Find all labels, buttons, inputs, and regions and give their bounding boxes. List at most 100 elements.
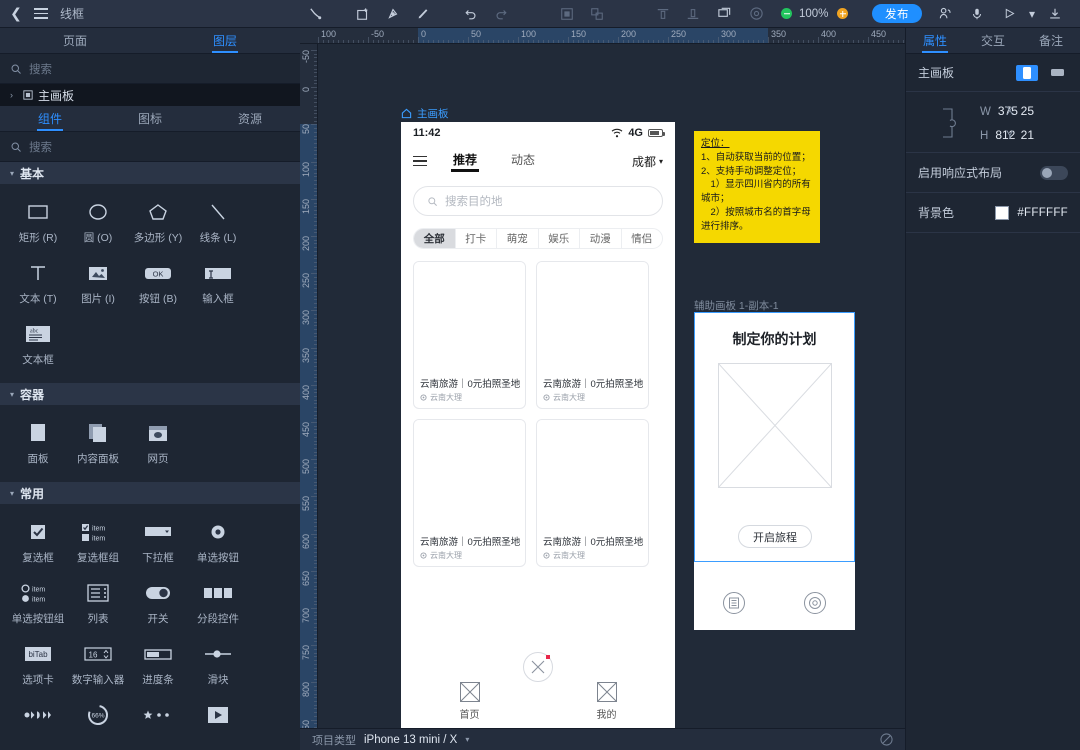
chip-all[interactable]: 全部 bbox=[414, 229, 456, 248]
component-checkbox[interactable]: 复选框 bbox=[8, 514, 68, 575]
layer-item-main-artboard[interactable]: › 主画板 bbox=[0, 84, 300, 106]
back-icon[interactable]: ❮ bbox=[8, 5, 24, 22]
publish-button[interactable]: 发布 bbox=[872, 4, 922, 23]
table-row[interactable]: 云南旅游｜0元拍照圣地 云南大理 5631 bbox=[536, 261, 649, 409]
link-ratio-icon[interactable] bbox=[918, 106, 980, 140]
component-polygon[interactable]: 多边形 (Y) bbox=[128, 194, 188, 255]
tab-interactions[interactable]: 交互 bbox=[964, 28, 1022, 53]
list-icon[interactable] bbox=[723, 592, 746, 614]
phone-tab-recommend[interactable]: 推荐 bbox=[450, 151, 480, 172]
pen-path-icon[interactable] bbox=[300, 0, 330, 28]
component-switch[interactable]: 开关 bbox=[128, 575, 188, 636]
component-number-stepper[interactable]: 16 数字输入器 bbox=[68, 636, 128, 697]
city-selector[interactable]: 成都 ▾ bbox=[632, 153, 663, 170]
pencil-icon[interactable] bbox=[408, 0, 438, 28]
redo-icon[interactable] bbox=[486, 0, 516, 28]
chip-anime[interactable]: 动漫 bbox=[580, 229, 622, 248]
project-type-value[interactable]: iPhone 13 mini / X bbox=[364, 734, 457, 746]
sticky-note[interactable]: 定位： 1、自动获取当前的位置； 2、支持手动调整定位； 1）显示四川省内的所有… bbox=[694, 131, 820, 243]
tab-properties[interactable]: 属性 bbox=[906, 28, 964, 53]
component-circular-progress[interactable]: 66% 环形进度条 bbox=[68, 697, 128, 728]
group-icon[interactable] bbox=[552, 0, 582, 28]
aux-artboard-label[interactable]: 辅助画板 1-副本-1 bbox=[694, 298, 779, 313]
component-image[interactable]: 图片 (I) bbox=[68, 255, 128, 316]
component-panel[interactable]: 面板 bbox=[8, 415, 68, 476]
share-people-icon[interactable] bbox=[930, 0, 960, 28]
chevron-right-icon[interactable]: › bbox=[10, 90, 18, 100]
tab-resources[interactable]: 资源 bbox=[200, 106, 300, 131]
tabbar-item-mine[interactable]: 我的 bbox=[538, 682, 675, 721]
component-breadcrumb[interactable]: 面包屑 bbox=[8, 697, 68, 728]
component-button[interactable]: OK 按钮 (B) bbox=[128, 255, 188, 316]
phone-tab-feed[interactable]: 动态 bbox=[511, 151, 535, 172]
component-line[interactable]: 线条 (L) bbox=[188, 194, 248, 255]
main-artboard[interactable]: 11:42 4G 推荐 动态 成都 ▾ 搜索目的地 全部 打卡 萌宠 娱乐 动漫… bbox=[401, 122, 675, 734]
width-field[interactable]: W 375 bbox=[980, 104, 1018, 118]
download-icon[interactable] bbox=[1040, 0, 1070, 28]
play-dropdown-caret[interactable]: ▾ bbox=[1026, 0, 1038, 28]
horizontal-ruler[interactable]: 100-500501001502002503003504004505005506… bbox=[300, 28, 905, 44]
zoom-in-button[interactable] bbox=[837, 8, 848, 19]
component-radio[interactable]: 单选按钮 bbox=[188, 514, 248, 575]
chip-pets[interactable]: 萌宠 bbox=[497, 229, 539, 248]
design-canvas[interactable]: 主画板 11:42 4G 推荐 动态 成都 ▾ 搜索目的地 全部 打卡 萌宠 娱… bbox=[318, 44, 905, 734]
component-webpage[interactable]: 网页 bbox=[128, 415, 188, 476]
tabbar-item-home[interactable]: 首页 bbox=[401, 682, 538, 721]
shape-icon[interactable] bbox=[378, 0, 408, 28]
zoom-out-button[interactable] bbox=[781, 8, 792, 19]
microphone-icon[interactable] bbox=[962, 0, 992, 28]
hamburger-icon[interactable] bbox=[34, 6, 50, 22]
hamburger-icon[interactable] bbox=[413, 156, 427, 166]
table-row[interactable]: 云南旅游｜0元拍照圣地 云南大理 5631 bbox=[413, 261, 526, 409]
tab-components[interactable]: 组件 bbox=[0, 106, 100, 131]
x-field[interactable]: X 25 bbox=[1006, 104, 1068, 118]
play-icon[interactable] bbox=[994, 0, 1024, 28]
landscape-icon[interactable] bbox=[1046, 65, 1068, 81]
destination-search-input[interactable]: 搜索目的地 bbox=[413, 186, 663, 216]
tab-notes[interactable]: 备注 bbox=[1022, 28, 1080, 53]
add-circle-icon[interactable] bbox=[523, 652, 553, 682]
no-entry-icon[interactable] bbox=[880, 733, 893, 746]
target-circle-icon[interactable] bbox=[803, 592, 826, 614]
component-segmented[interactable]: 分段控件 bbox=[188, 575, 248, 636]
layer-search[interactable]: 搜索 bbox=[0, 54, 300, 84]
ungroup-icon[interactable] bbox=[582, 0, 612, 28]
color-swatch[interactable] bbox=[995, 205, 1010, 220]
table-row[interactable]: 云南旅游｜0元拍照圣地 云南大理 5631 bbox=[413, 419, 526, 567]
start-journey-button[interactable]: 开启旅程 bbox=[738, 525, 812, 548]
component-video[interactable]: 视频 bbox=[188, 697, 248, 728]
tab-icons[interactable]: 图标 bbox=[100, 106, 200, 131]
responsive-toggle[interactable] bbox=[1040, 165, 1068, 180]
main-artboard-label[interactable]: 主画板 bbox=[401, 106, 449, 121]
component-textarea[interactable]: abc 文本框 bbox=[8, 316, 68, 377]
align-top-icon[interactable] bbox=[648, 0, 678, 28]
portrait-icon[interactable] bbox=[1016, 64, 1038, 81]
tab-pages[interactable]: 页面 bbox=[0, 28, 150, 53]
component-slider[interactable]: 滑块 bbox=[188, 636, 248, 697]
chip-entertainment[interactable]: 娱乐 bbox=[539, 229, 580, 248]
component-rating[interactable]: 评分控件 bbox=[128, 697, 188, 728]
component-list[interactable]: 列表 bbox=[68, 575, 128, 636]
component-content-panel[interactable]: 内容面板 bbox=[68, 415, 128, 476]
group-header-basic[interactable]: ▾ 基本 bbox=[0, 162, 300, 184]
component-dropdown[interactable]: 下拉框 bbox=[128, 514, 188, 575]
component-text[interactable]: 文本 (T) bbox=[8, 255, 68, 316]
preview-icon[interactable] bbox=[709, 0, 739, 28]
group-header-common[interactable]: ▾ 常用 bbox=[0, 482, 300, 504]
vertical-ruler[interactable]: -50 0 50 100 150 200 250 300 350 400 450 500 550 600 6… bbox=[300, 44, 318, 734]
undo-icon[interactable] bbox=[456, 0, 486, 28]
component-progressbar[interactable]: 进度条 bbox=[128, 636, 188, 697]
target-icon[interactable] bbox=[741, 0, 771, 28]
chevron-down-icon[interactable]: ▾ bbox=[465, 735, 469, 744]
add-artboard-icon[interactable] bbox=[348, 0, 378, 28]
tab-layers[interactable]: 图层 bbox=[150, 28, 300, 53]
align-bottom-icon[interactable] bbox=[678, 0, 708, 28]
table-row[interactable]: 云南旅游｜0元拍照圣地 云南大理 5631 bbox=[536, 419, 649, 567]
component-rectangle[interactable]: 矩形 (R) bbox=[8, 194, 68, 255]
component-ellipse[interactable]: 圆 (O) bbox=[68, 194, 128, 255]
height-field[interactable]: H 812 bbox=[980, 128, 1015, 142]
component-radio-group[interactable]: item item 单选按钮组 bbox=[8, 575, 68, 636]
component-tab[interactable]: biTab 选项卡 bbox=[8, 636, 68, 697]
component-search[interactable]: 搜索 bbox=[0, 132, 300, 162]
chip-couples[interactable]: 情侣 bbox=[622, 229, 663, 248]
